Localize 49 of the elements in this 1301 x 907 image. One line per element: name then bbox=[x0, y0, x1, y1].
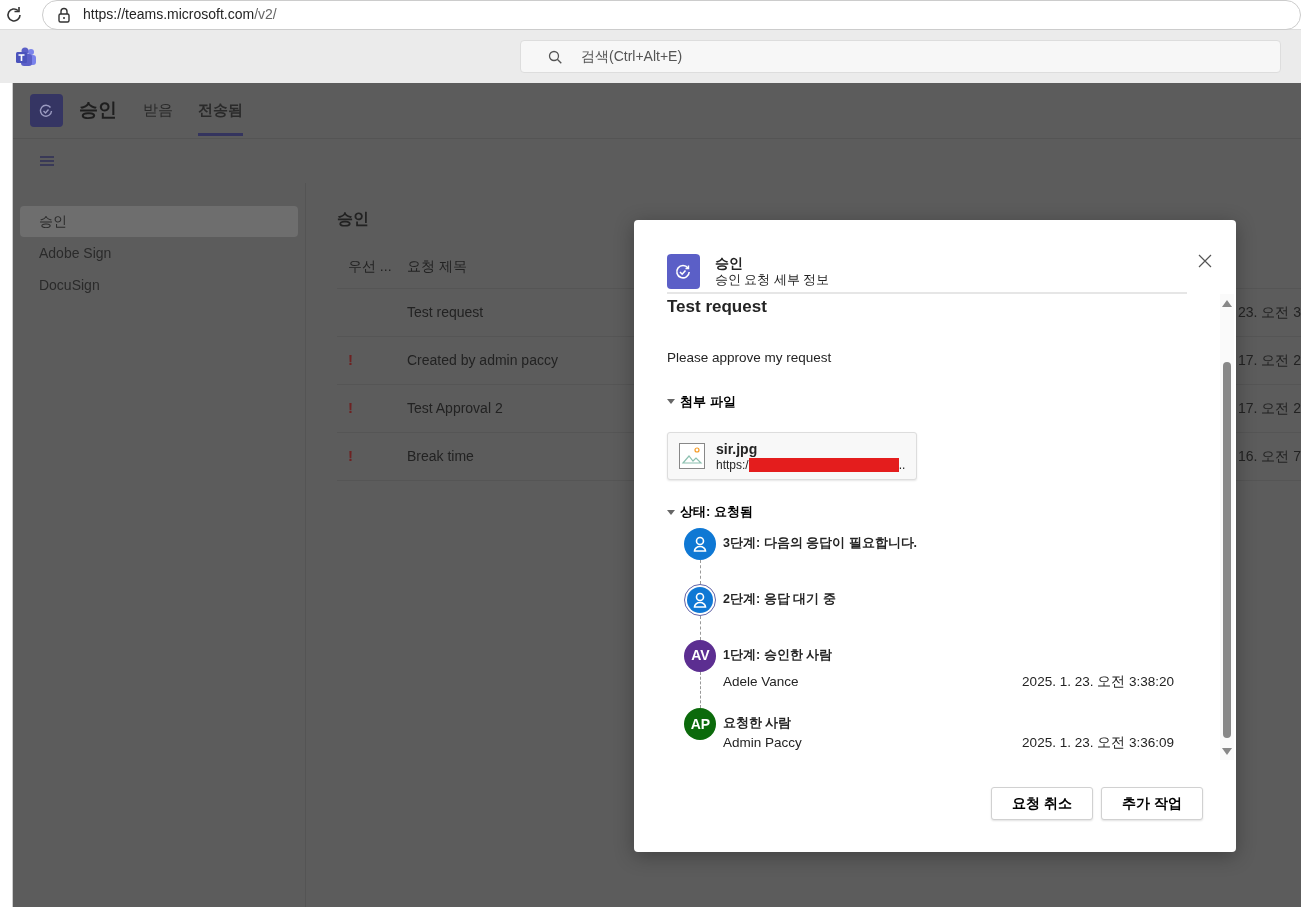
section-title: 승인 bbox=[336, 209, 370, 229]
priority-icon: ! bbox=[347, 351, 353, 369]
lock-icon bbox=[57, 6, 71, 23]
priority-icon: ! bbox=[347, 447, 353, 465]
url-text: https://teams.microsoft.com/v2/ bbox=[83, 5, 277, 24]
dialog-app-name: 승인 bbox=[714, 254, 744, 272]
step-title: 1단계: 승인한 사람 bbox=[722, 646, 834, 664]
table-cell: Test request bbox=[406, 304, 484, 320]
sidebar-item[interactable]: 승인 bbox=[19, 206, 298, 237]
table-cell: Created by admin paccy bbox=[406, 352, 558, 368]
teams-logo-icon bbox=[15, 46, 37, 67]
request-title: Test request bbox=[666, 296, 768, 318]
search-field[interactable]: 검색(Ctrl+Alt+E) bbox=[520, 40, 1281, 73]
scrollbar[interactable] bbox=[1219, 294, 1234, 760]
person-name: Admin Paccy bbox=[722, 734, 802, 752]
priority-icon: ! bbox=[347, 399, 353, 417]
dialog-subtitle: 승인 요청 세부 정보 bbox=[714, 272, 830, 289]
timestamp: 2025. 1. 23. 오전 3:36:09 bbox=[1022, 734, 1174, 752]
section-toggle[interactable]: 첨부 파일 bbox=[666, 391, 736, 412]
approval-icon bbox=[675, 263, 692, 280]
step-title: 3단계: 다음의 응답이 필요합니다. bbox=[722, 534, 918, 552]
avatar: AV bbox=[684, 639, 717, 672]
app-title: 승인 bbox=[78, 98, 117, 123]
column-header[interactable]: 요청 제목 bbox=[406, 258, 467, 274]
ellipsis: .. bbox=[898, 457, 906, 472]
reload-icon[interactable] bbox=[5, 6, 23, 24]
image-file-icon bbox=[678, 443, 705, 470]
person-name: Adele Vance bbox=[722, 672, 799, 691]
search-icon bbox=[548, 50, 562, 64]
table-cell: Break time bbox=[406, 448, 474, 464]
table-cell: 17. 오전 2 bbox=[1237, 352, 1301, 368]
approval-icon bbox=[39, 103, 54, 118]
section-toggle[interactable]: 상태: 요청됨 bbox=[666, 502, 753, 522]
action-button[interactable]: 요청 취소 bbox=[990, 787, 1093, 820]
close-icon bbox=[1197, 254, 1212, 269]
request-description: Please approve my request bbox=[666, 348, 833, 367]
table-cell: 16. 오전 7 bbox=[1237, 448, 1301, 464]
table-cell: Test Approval 2 bbox=[406, 400, 503, 416]
avatar: AP bbox=[684, 708, 717, 740]
step-title: 요청한 사람 bbox=[722, 715, 793, 732]
timestamp: 2025. 1. 23. 오전 3:38:20 bbox=[1022, 672, 1174, 691]
file-name: sir.jpg bbox=[715, 440, 759, 458]
file-url: https:/ bbox=[715, 457, 749, 472]
attachment-card[interactable]: sir.jpg https:/ .. bbox=[666, 432, 917, 481]
table-cell: 23. 오전 3 bbox=[1237, 304, 1301, 320]
step-title: 2단계: 응답 대기 중 bbox=[722, 590, 837, 608]
column-header[interactable]: 우선 ... bbox=[347, 258, 392, 274]
table-cell: 17. 오전 2 bbox=[1237, 400, 1301, 416]
action-button[interactable]: 추가 작업 bbox=[1100, 787, 1203, 820]
